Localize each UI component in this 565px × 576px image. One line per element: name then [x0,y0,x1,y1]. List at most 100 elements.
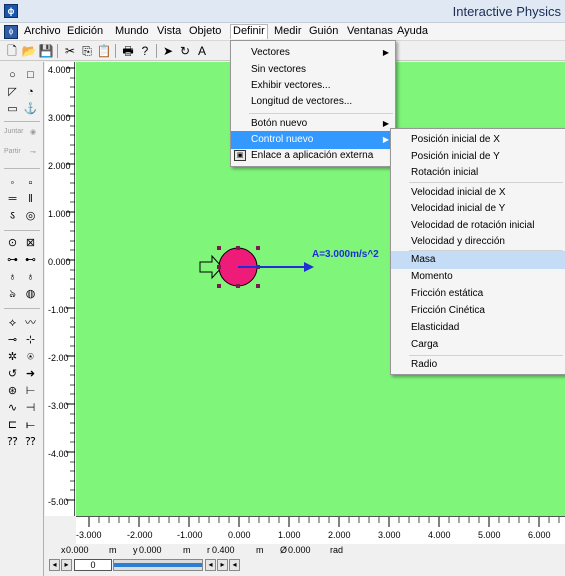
damper-icon[interactable]: ⊸ [5,333,20,348]
menu-item-label: Fricción Cinética [411,305,485,316]
paste-icon[interactable]: 📋 [96,43,112,59]
tape-slider[interactable] [113,559,203,571]
step-back-icon[interactable]: ◂ [205,559,216,571]
spring-icon[interactable]: 〰 [23,316,38,331]
menu-item-label: Vectores [251,47,290,58]
menu-item-rotacion[interactable]: Rotación inicial [391,164,565,182]
rotate-icon[interactable]: ↻ [177,43,193,59]
menu-edicion[interactable]: Edición [65,25,105,40]
cut-icon[interactable]: ✂ [62,43,78,59]
new-file-icon[interactable]: 🗋 [4,43,20,59]
curved-body-icon[interactable]: ◔ [23,85,38,100]
rectangle-icon[interactable]: □ [23,68,38,83]
menu-objeto[interactable]: Objeto [187,25,223,40]
control-slider-icon[interactable]: ⁇ [5,435,20,450]
rod-icon[interactable]: ∿ [5,401,20,416]
line-meter-icon[interactable]: ⟝ [23,418,38,433]
split-button[interactable]: Partir [4,148,21,155]
menu-ventanas[interactable]: Ventanas [345,25,395,40]
pulley-icon[interactable]: ⍟ [23,350,38,365]
rigid-joint-icon[interactable]: ⊠ [23,236,38,251]
app-icon[interactable]: ϕ [4,4,18,18]
menu-vista[interactable]: Vista [155,25,183,40]
curved-slot-icon[interactable]: ऽ [5,209,20,224]
gear-icon[interactable]: ✲ [5,350,20,365]
target-icon[interactable]: ◎ [23,209,38,224]
selection-handle[interactable] [217,246,221,250]
join-button[interactable]: Juntar [4,128,23,135]
document-icon[interactable]: ϕ [4,25,18,39]
pin-joint-icon[interactable]: ⊙ [5,236,20,251]
text-tool-icon[interactable]: A [194,43,210,59]
help-icon[interactable]: ? [137,43,153,59]
spring-damper-icon[interactable]: ⊹ [23,333,38,348]
rope-icon[interactable]: ⟡ [5,316,20,331]
horizontal-pin-slot-icon[interactable]: ⊶ [5,253,20,268]
menu-item-posicion-x[interactable]: Posición inicial de X [391,131,565,149]
join-icon[interactable]: ◉ [30,128,36,136]
square-body-icon[interactable]: ▭ [5,102,20,117]
menu-guion[interactable]: Guión [307,25,340,40]
arrow-pointer-icon[interactable]: ➤ [160,43,176,59]
x-value: 0.000 [66,545,89,555]
selection-handle[interactable] [256,246,260,250]
menu-item-label: Control nuevo [251,134,314,145]
motor-icon[interactable]: ⊛ [5,384,20,399]
play-icon[interactable]: ▸ [61,559,72,571]
menu-item-friccion-cinetica[interactable]: Fricción Cinética [391,302,565,320]
menu-item-longitud-vectores[interactable]: Longitud de vectores... [231,93,395,111]
meter-icon[interactable]: ⊏ [5,418,20,433]
toolbar-divider [57,44,58,58]
menu-item-radio[interactable]: Radio [391,356,565,374]
menu-item-label: Elasticidad [411,322,460,333]
menu-medir[interactable]: Medir [272,25,304,40]
control-button-icon[interactable]: ⁇ [23,435,38,450]
force-icon[interactable]: ➜ [23,367,38,382]
save-icon[interactable]: 💾 [38,43,54,59]
rewind-icon[interactable]: ◂ [49,559,60,571]
vertical-lock-slot-icon[interactable]: ♁ [23,270,38,285]
curved-pin-slot-icon[interactable]: ঌ [5,287,20,302]
anchor-icon[interactable]: ⚓ [23,102,38,117]
selection-handle[interactable] [236,246,240,250]
point-icon[interactable]: ◦ [5,176,20,191]
frame-counter[interactable]: 0 [74,559,112,571]
selection-handle[interactable] [236,284,240,288]
menu-archivo[interactable]: Archivo [22,25,63,40]
menu-item-momento[interactable]: Momento [391,268,565,286]
open-folder-icon[interactable]: 📂 [21,43,37,59]
step-back-small-icon[interactable]: ◂ [229,559,240,571]
step-forward-icon[interactable]: ▸ [217,559,228,571]
menu-item-velocidad-direccion[interactable]: Velocidad y dirección [391,233,565,251]
keyed-slot-icon[interactable]: ◍ [23,287,38,302]
menu-definir[interactable]: Definir [230,24,268,39]
menu-item-elasticidad[interactable]: Elasticidad [391,319,565,337]
r-unit: m [256,545,264,555]
menu-item-vectores[interactable]: Vectores ▶ [231,44,395,62]
menu-item-carga[interactable]: Carga [391,336,565,354]
menu-ayuda[interactable]: Ayuda [395,25,430,40]
torque-icon[interactable]: ↺ [5,367,20,382]
separator-icon[interactable]: ⊣ [23,401,38,416]
vertical-pin-slot-icon[interactable]: ♁ [5,270,20,285]
menu-item-friccion-estatica[interactable]: Fricción estática [391,285,565,303]
horizontal-lock-slot-icon[interactable]: ⊷ [23,253,38,268]
actuator-icon[interactable]: ⊢ [23,384,38,399]
menu-item-masa[interactable]: Masa [391,251,565,269]
menu-item-enlace-externa[interactable]: ▣ Enlace a aplicación externa [231,147,395,165]
copy-icon[interactable]: ⎘ [79,43,95,59]
circle-icon[interactable]: ○ [5,68,20,83]
selection-handle[interactable] [256,284,260,288]
split-icon[interactable]: ⊸ [30,148,36,156]
polygon-icon[interactable]: ◸ [5,85,20,100]
horizontal-slot-icon[interactable]: ═ [5,192,20,207]
square-point-icon[interactable]: ▫ [23,176,38,191]
menu-item-velocidad-y[interactable]: Velocidad inicial de Y [391,200,565,218]
print-icon[interactable]: 🖶 [120,43,136,59]
selection-handle[interactable] [217,265,221,269]
selection-handle[interactable] [217,284,221,288]
menu-mundo[interactable]: Mundo [113,25,151,40]
menu-item-label: Botón nuevo [251,118,308,129]
menu-item-label: Momento [411,271,453,282]
vertical-slot-icon[interactable]: ‖ [23,192,38,207]
